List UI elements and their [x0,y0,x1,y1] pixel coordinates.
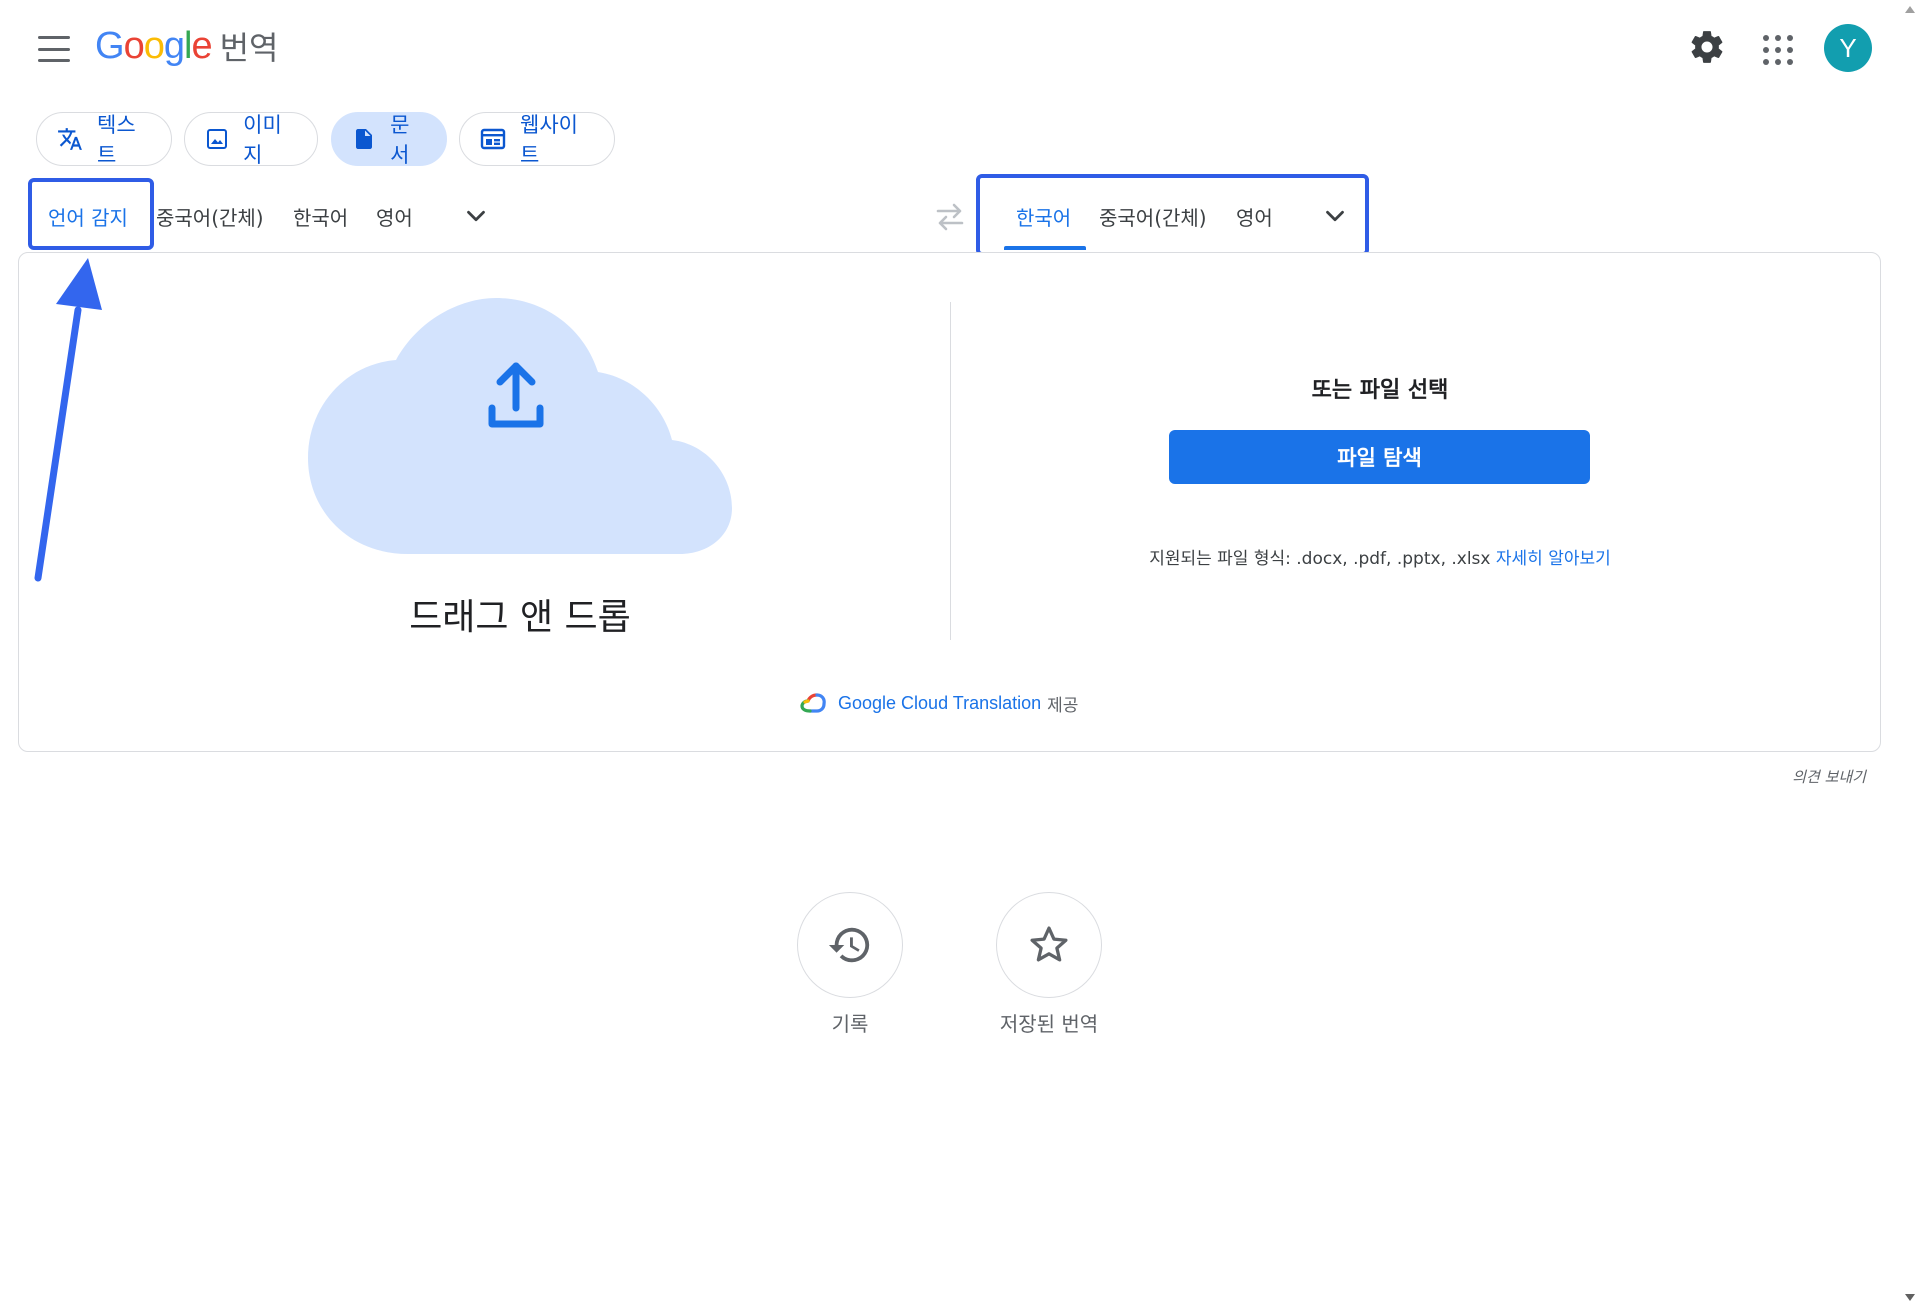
cloud-translation-link[interactable]: Google Cloud Translation [838,693,1041,714]
credit-suffix: 제공 [1047,695,1079,716]
logo-letter-4: g [163,24,185,67]
service-name: 번역 [219,29,279,67]
annotation-arrow [34,258,102,582]
mode-image-label: 이미지 [243,113,282,167]
history-button[interactable] [797,892,903,998]
annotation-box-target [976,174,1369,256]
source-lang-chinese[interactable]: 중국어(간체) [156,196,264,236]
history-icon [828,927,870,963]
learn-more-link[interactable]: 자세히 알아보기 [1496,549,1611,569]
mode-text-chip[interactable]: 텍스트 [36,112,172,167]
mode-website-label: 웹사이트 [520,113,578,167]
drag-drop-title: 드래그 앤 드롭 [409,597,631,638]
source-lang-korean[interactable]: 한국어 [293,196,348,236]
browse-files-button[interactable]: 파일 탐색 [1169,430,1590,484]
mode-document-label: 문서 [390,113,410,167]
source-lang-english[interactable]: 영어 [376,196,413,236]
gear-icon[interactable] [1688,28,1726,66]
account-avatar[interactable]: Y [1824,24,1872,72]
image-icon [205,126,229,152]
supported-formats: 지원되는 파일 형식: .docx, .pdf, .pptx, .xlsx 자세… [1080,544,1680,569]
google-translate-logo[interactable]: G o o g l e 번역 [95,22,278,70]
translate-icon [57,126,83,152]
logo-letter-1: G [95,24,125,67]
mode-website-chip[interactable]: 웹사이트 [459,112,615,167]
history-label: 기록 [831,1012,869,1036]
scroll-down-arrow[interactable] [1904,1293,1916,1303]
mode-text-label: 텍스트 [97,113,136,167]
or-choose-file-label: 또는 파일 선택 [1311,378,1449,403]
send-feedback-link[interactable]: 의견 보내기 [1740,766,1866,787]
main-menu-icon[interactable] [34,33,74,65]
logo-letter-6: e [191,24,212,67]
panel-divider [950,302,951,640]
saved-translations-label: 저장된 번역 [999,1012,1099,1036]
annotation-box-source [28,178,154,250]
logo-letter-2: o [123,24,145,67]
source-lang-chevron-down-icon[interactable] [461,201,491,231]
apps-grid-icon[interactable] [1760,32,1793,65]
google-cloud-icon [800,693,826,713]
supported-formats-text: 지원되는 파일 형식: .docx, .pdf, .pptx, .xlsx [1149,549,1491,569]
website-icon [480,126,506,152]
mode-image-chip[interactable]: 이미지 [184,112,318,167]
star-icon [1030,926,1068,962]
logo-letter-5: l [183,24,193,67]
swap-languages-icon[interactable] [930,200,970,234]
cloud-credit: Google Cloud Translation 제공 [800,688,1078,718]
saved-translations-button[interactable] [996,892,1102,998]
mode-document-chip[interactable]: 문서 [331,112,447,167]
document-icon [352,126,376,152]
logo-letter-3: o [143,24,165,67]
cloud-upload-icon[interactable] [308,298,732,558]
scroll-up-arrow[interactable] [1904,4,1916,14]
